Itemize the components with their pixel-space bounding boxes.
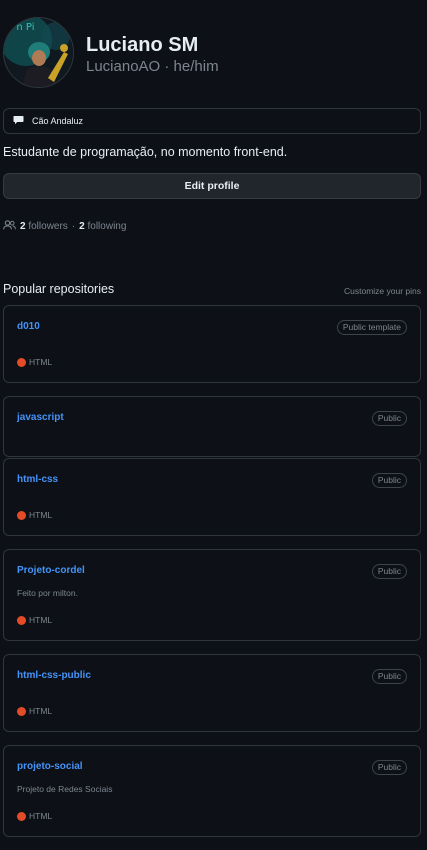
visibility-badge: Public xyxy=(371,411,407,426)
repo-name-link[interactable]: d010 xyxy=(17,321,40,332)
profile-bio: Estudante de programação, no momento fro… xyxy=(3,145,288,159)
followers-label: followers xyxy=(28,221,68,232)
language-label: HTML xyxy=(29,706,53,716)
avatar[interactable]: ~n Pi xyxy=(3,17,74,88)
repo-card: html-css-public Public HTML xyxy=(3,654,421,732)
svg-text:~n Pi: ~n Pi xyxy=(8,22,34,33)
following-count: 2 xyxy=(79,221,85,232)
repo-language: HTML xyxy=(17,811,52,821)
customize-pins-link[interactable]: Customize your pins xyxy=(344,286,421,296)
edit-profile-button[interactable]: Edit profile xyxy=(3,173,421,199)
profile-name: Luciano SM xyxy=(86,34,199,56)
repo-card: projeto-social Public Projeto de Redes S… xyxy=(3,745,421,837)
repo-card: html-css Public HTML xyxy=(3,458,421,536)
repo-language: HTML xyxy=(17,615,52,625)
repo-name-link[interactable]: projeto-social xyxy=(17,761,83,772)
visibility-badge: Public xyxy=(371,564,407,579)
followers-count: 2 xyxy=(20,221,26,232)
repo-card: javascript Public xyxy=(3,396,421,457)
repo-card: Projeto-cordel Public Feito por milton. … xyxy=(3,549,421,641)
language-label: HTML xyxy=(29,357,53,367)
status-text: Cão Andaluz xyxy=(32,116,84,126)
language-label: HTML xyxy=(29,615,53,625)
language-color-dot xyxy=(17,357,26,367)
follow-stats: 2 followers · 2 following xyxy=(3,220,126,233)
visibility-badge: Public xyxy=(371,473,407,488)
following-label: following xyxy=(87,221,127,232)
following-link[interactable]: 2 following xyxy=(79,221,126,232)
user-status[interactable]: Cão Andaluz xyxy=(3,108,421,134)
repo-name-link[interactable]: html-css-public xyxy=(17,670,91,681)
visibility-badge: Public xyxy=(371,760,407,775)
popular-repositories-title: Popular repositories xyxy=(3,282,115,296)
visibility-badge: Public template xyxy=(336,320,407,335)
profile-username: LucianoAO · he/him xyxy=(86,58,219,75)
repo-language: HTML xyxy=(17,357,52,367)
repo-name-link[interactable]: Projeto-cordel xyxy=(17,565,85,576)
visibility-badge: Public xyxy=(371,669,407,684)
language-label: HTML xyxy=(29,510,53,520)
people-icon xyxy=(3,220,16,233)
repo-description: Projeto de Redes Sociais xyxy=(17,784,113,794)
profile-name-block: Luciano SM LucianoAO · he/him xyxy=(86,34,219,75)
language-color-dot xyxy=(17,811,26,821)
repo-name-link[interactable]: javascript xyxy=(17,412,64,423)
language-color-dot xyxy=(17,706,26,716)
repo-language: HTML xyxy=(17,510,52,520)
language-color-dot xyxy=(17,510,26,520)
language-label: HTML xyxy=(29,811,53,821)
repo-description: Feito por milton. xyxy=(17,588,78,598)
repo-card: d010 Public template HTML xyxy=(3,305,421,383)
speech-bubble-icon xyxy=(13,115,24,127)
repo-name-link[interactable]: html-css xyxy=(17,474,58,485)
language-color-dot xyxy=(17,615,26,625)
follow-separator: · xyxy=(71,221,76,232)
followers-link[interactable]: 2 followers xyxy=(20,221,68,232)
repo-language: HTML xyxy=(17,706,52,716)
